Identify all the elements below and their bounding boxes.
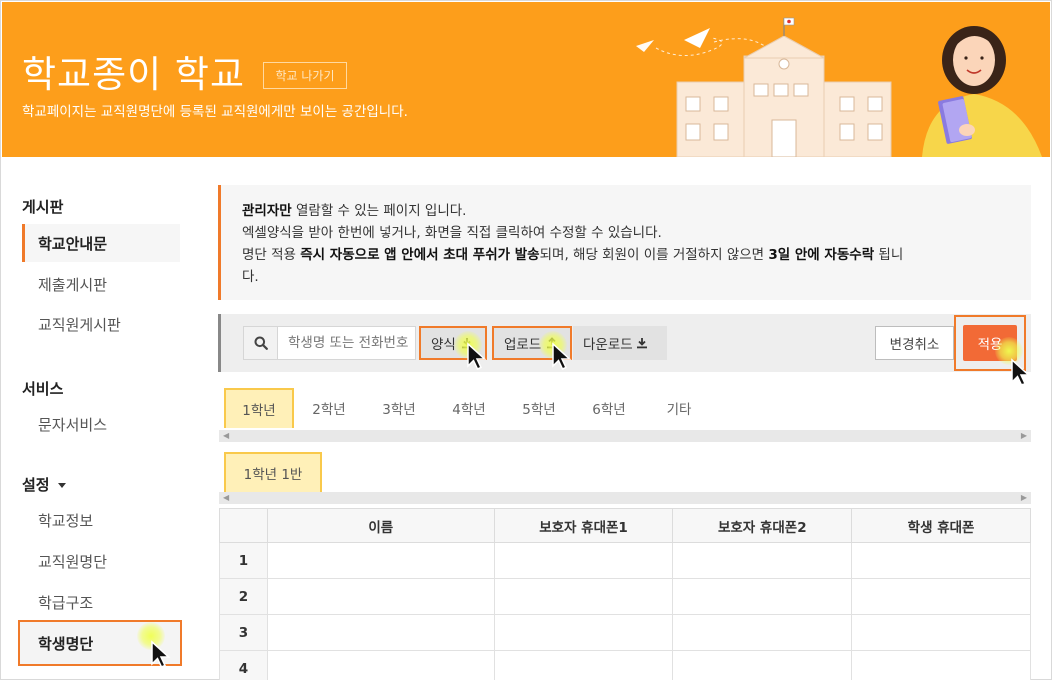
tab-grade-1[interactable]: 1학년 bbox=[224, 388, 294, 428]
tab-grade-2[interactable]: 2학년 bbox=[294, 388, 364, 428]
scroll-left-icon[interactable]: ◀ bbox=[223, 430, 229, 442]
sidebar-group-service: 서비스 bbox=[22, 380, 64, 398]
cell-guardian-phone-2[interactable] bbox=[672, 650, 853, 680]
notice-line-1: 관리자만 열람할 수 있는 페이지 입니다. bbox=[242, 200, 1011, 222]
row-number: 4 bbox=[219, 650, 268, 680]
cell-guardian-phone-2[interactable] bbox=[672, 614, 853, 651]
exit-school-button[interactable]: 학교 나가기 bbox=[263, 62, 347, 89]
sidebar-group-settings[interactable]: 설정 bbox=[22, 474, 66, 495]
notice-line-3-b: 되며, 해당 회원이 이를 거절하지 않으면 bbox=[539, 247, 769, 263]
notice-line-2: 엑셀양식을 받아 한번에 넣거나, 화면을 직접 클릭하여 수정할 수 있습니다… bbox=[242, 225, 662, 241]
table-header-row: 이름 보호자 휴대폰1 보호자 휴대폰2 학생 휴대폰 bbox=[219, 508, 1031, 543]
grade-tabs: 1학년 2학년 3학년 4학년 5학년 6학년 기타 bbox=[224, 388, 714, 428]
cell-guardian-phone-1[interactable] bbox=[493, 650, 674, 680]
table-row: 4 bbox=[219, 650, 1031, 680]
caret-down-icon bbox=[57, 483, 66, 488]
tab-class-1-1[interactable]: 1학년 1반 bbox=[224, 452, 322, 492]
notice-bold-push: 즉시 자동으로 앱 안에서 초대 푸쉬가 발송 bbox=[300, 247, 540, 263]
table-row: 1 bbox=[219, 542, 1031, 579]
tab-grade-5[interactable]: 5학년 bbox=[504, 388, 574, 428]
sidebar-group-board: 게시판 bbox=[22, 198, 64, 216]
sidebar-item-class-structure[interactable]: 학급구조 bbox=[22, 583, 180, 621]
table-row: 2 bbox=[219, 578, 1031, 615]
admin-notice: 관리자만 열람할 수 있는 페이지 입니다. 엑셀양식을 받아 한번에 넣거나,… bbox=[218, 185, 1031, 300]
download-icon bbox=[636, 338, 647, 349]
scroll-right-icon[interactable]: ▶ bbox=[1021, 492, 1027, 504]
school-title: 학교종이 학교 bbox=[22, 53, 246, 96]
tab-grade-6[interactable]: 6학년 bbox=[574, 388, 644, 428]
row-number-header bbox=[219, 508, 268, 543]
tab-grade-4[interactable]: 4학년 bbox=[434, 388, 504, 428]
upload-label: 업로드 bbox=[504, 337, 542, 353]
cell-guardian-phone-1[interactable] bbox=[493, 542, 674, 579]
cell-name[interactable] bbox=[266, 542, 495, 579]
cell-student-phone[interactable] bbox=[851, 578, 1031, 615]
download-label: 다운로드 bbox=[583, 337, 633, 353]
template-label: 양식 bbox=[431, 337, 456, 353]
row-number: 2 bbox=[219, 578, 268, 615]
cell-student-phone[interactable] bbox=[851, 542, 1031, 579]
row-number: 3 bbox=[219, 614, 268, 651]
column-header-student-phone: 학생 휴대폰 bbox=[851, 508, 1031, 543]
search-box bbox=[243, 326, 416, 360]
notice-bold-admin-only: 관리자만 bbox=[242, 203, 292, 219]
column-header-guardian-phone-2: 보호자 휴대폰2 bbox=[672, 508, 853, 543]
sidebar: 게시판 학교안내문 제출게시판 교직원게시판 서비스 문자서비스 설정 학교정보… bbox=[0, 158, 210, 680]
student-list-toolbar: 양식 업로드 다운로드 변경취소 적용 bbox=[218, 314, 1031, 372]
cell-guardian-phone-1[interactable] bbox=[493, 578, 674, 615]
notice-line-3: 명단 적용 즉시 자동으로 앱 안에서 초대 푸쉬가 발송되며, 해당 회원이 … bbox=[242, 244, 1011, 266]
mouse-pointer-icon bbox=[151, 640, 171, 668]
tab-other[interactable]: 기타 bbox=[644, 388, 714, 428]
scroll-left-icon[interactable]: ◀ bbox=[223, 492, 229, 504]
cell-guardian-phone-1[interactable] bbox=[493, 614, 674, 651]
notice-line-3-a: 명단 적용 bbox=[242, 247, 301, 263]
school-illustration bbox=[636, 17, 1042, 157]
cell-guardian-phone-2[interactable] bbox=[672, 542, 853, 579]
cell-student-phone[interactable] bbox=[851, 650, 1031, 680]
download-button[interactable]: 다운로드 bbox=[573, 326, 667, 360]
sidebar-item-school-notice[interactable]: 학교안내문 bbox=[22, 224, 180, 262]
mouse-pointer-icon bbox=[467, 342, 487, 370]
scroll-right-icon[interactable]: ▶ bbox=[1021, 430, 1027, 442]
sidebar-item-submission-board[interactable]: 제출게시판 bbox=[22, 265, 180, 303]
class-tabs-scrollbar[interactable]: ◀ ▶ bbox=[219, 492, 1031, 504]
mouse-pointer-icon bbox=[552, 342, 572, 370]
grade-tabs-scrollbar[interactable]: ◀ ▶ bbox=[219, 430, 1031, 442]
tab-grade-3[interactable]: 3학년 bbox=[364, 388, 434, 428]
row-number: 1 bbox=[219, 542, 268, 579]
sidebar-item-school-info[interactable]: 학교정보 bbox=[22, 501, 180, 539]
search-input[interactable] bbox=[278, 328, 414, 358]
sidebar-item-sms-service[interactable]: 문자서비스 bbox=[22, 405, 180, 443]
column-header-name: 이름 bbox=[266, 508, 495, 543]
notice-bold-auto-accept: 3일 안에 자동수락 bbox=[768, 247, 875, 263]
cell-name[interactable] bbox=[266, 650, 495, 680]
notice-line-3-c: 됩니 bbox=[874, 247, 904, 263]
school-header-banner: 학교종이 학교 학교 나가기 학교페이지는 교직원명단에 등록된 교직원에게만 … bbox=[2, 2, 1050, 157]
cell-student-phone[interactable] bbox=[851, 614, 1031, 651]
cell-name[interactable] bbox=[266, 614, 495, 651]
sidebar-group-settings-label: 설정 bbox=[22, 476, 50, 494]
cell-guardian-phone-2[interactable] bbox=[672, 578, 853, 615]
sidebar-item-staff-board[interactable]: 교직원게시판 bbox=[22, 305, 180, 343]
column-header-guardian-phone-1: 보호자 휴대폰1 bbox=[493, 508, 674, 543]
notice-line-4: 다. bbox=[242, 269, 259, 285]
search-icon[interactable] bbox=[244, 327, 278, 359]
banner-description: 학교페이지는 교직원명단에 등록된 교직원에게만 보이는 공간입니다. bbox=[22, 104, 408, 120]
cancel-changes-button[interactable]: 변경취소 bbox=[875, 326, 954, 360]
sidebar-item-staff-list[interactable]: 교직원명단 bbox=[22, 542, 180, 580]
student-table: 이름 보호자 휴대폰1 보호자 휴대폰2 학생 휴대폰 1 2 3 4 bbox=[219, 508, 1031, 680]
cell-name[interactable] bbox=[266, 578, 495, 615]
mouse-pointer-icon bbox=[1011, 358, 1031, 386]
notice-line-1-text: 열람할 수 있는 페이지 입니다. bbox=[291, 203, 467, 219]
table-row: 3 bbox=[219, 614, 1031, 651]
